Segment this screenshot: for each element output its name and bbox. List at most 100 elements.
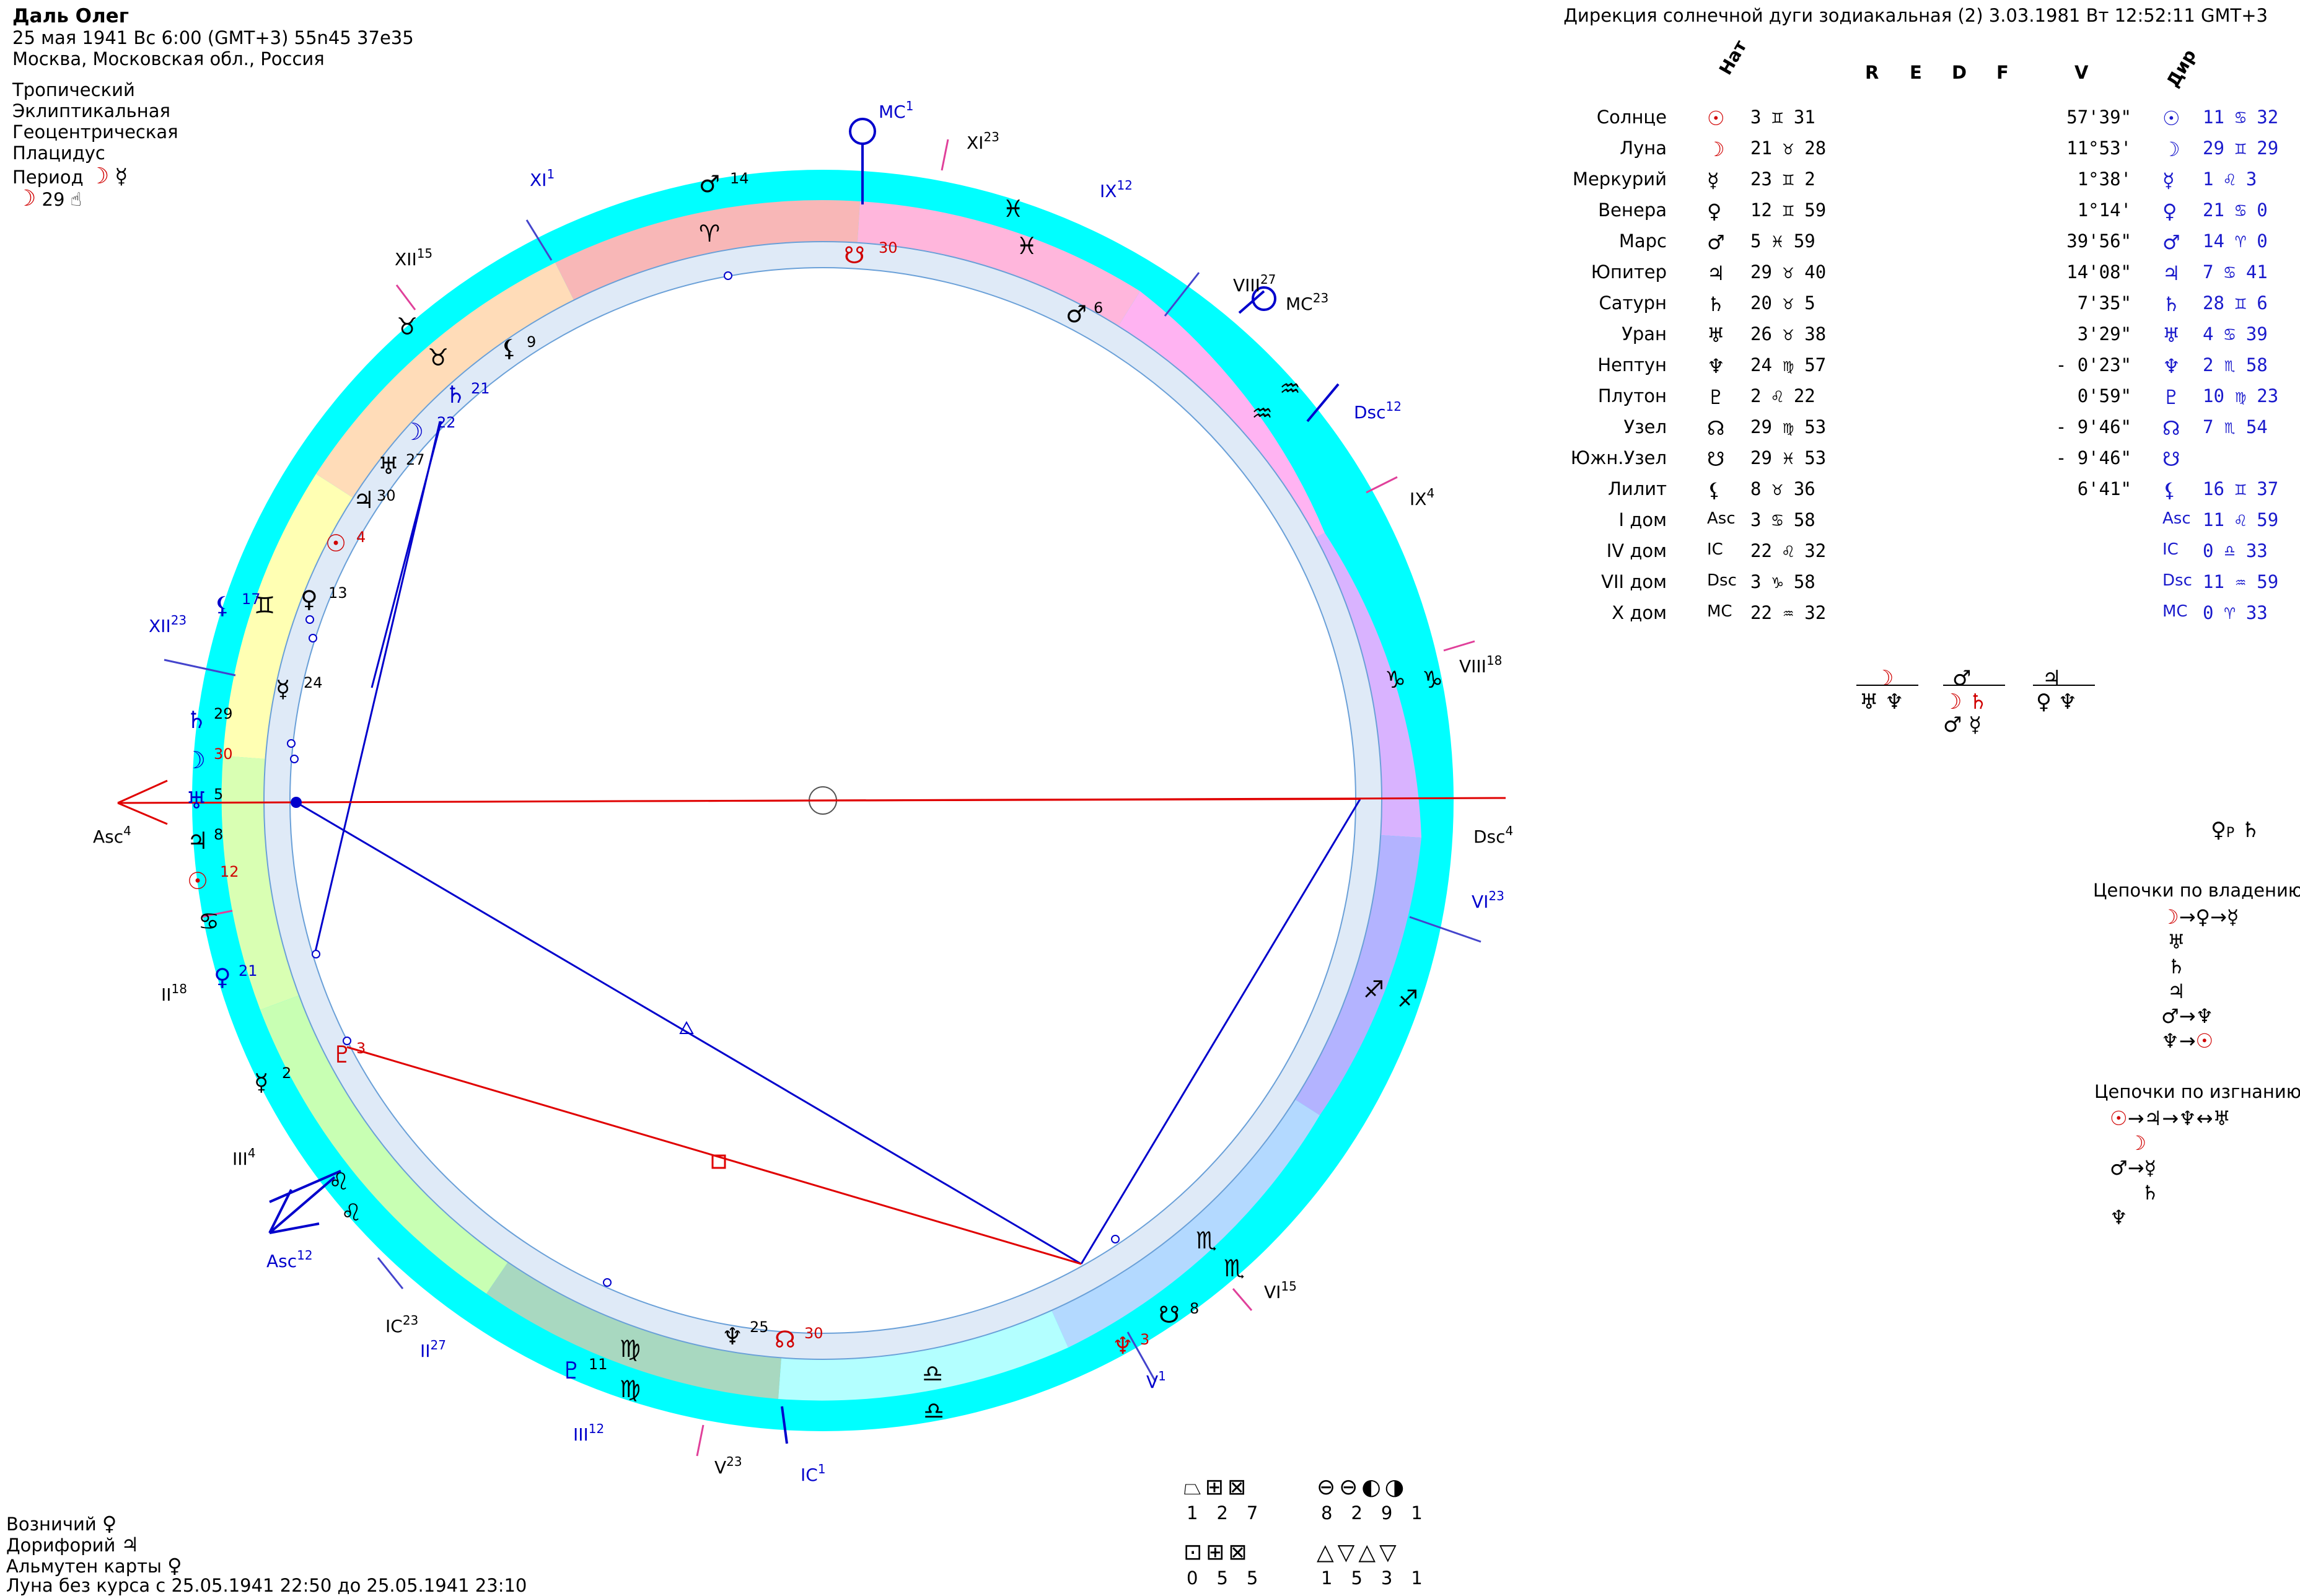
table-row-glyph-icon: ♆ [1707, 354, 1725, 378]
table-row-speed: 1°38' [2077, 169, 2131, 190]
svg-text:17: 17 [242, 590, 261, 608]
table-row-natal: 24 ♍ 57 [1750, 354, 1827, 375]
moon-icon: ☽ [403, 418, 424, 445]
svg-text:12: 12 [220, 863, 239, 880]
table-row-natal: 12 ♊ 59 [1750, 200, 1827, 221]
asc-natal-label: Asc4 [93, 823, 131, 847]
mars-icon: ♂ [699, 170, 720, 198]
svg-text:XI1: XI1 [530, 167, 555, 190]
table-row-glyph-icon: ☽ [1707, 138, 1725, 161]
table-row-directed: 2 ♏ 58 [2203, 354, 2268, 375]
table-row-glyph-icon: ♅ [1707, 323, 1725, 347]
table-row-directed: 11 ♌ 59 [2203, 509, 2279, 530]
config-legend-nums1b: 8291 [1321, 1502, 1441, 1524]
svg-text:11: 11 [589, 1356, 608, 1373]
svg-text:6: 6 [1094, 299, 1103, 317]
table-row-dir-glyph-icon: ♂ [2162, 230, 2180, 254]
table-row-name: VII дом [1601, 571, 1667, 592]
table-row-natal: 29 ♓ 53 [1750, 447, 1827, 468]
table-row-directed: 1 ♌ 3 [2203, 169, 2257, 190]
table-row-directed: 0 ♈ 33 [2203, 602, 2268, 623]
table-row-name: Марс [1618, 230, 1667, 252]
table-row-dir-glyph-icon: ☋ [2162, 447, 2180, 471]
leo-icon: ♌ [341, 1199, 362, 1226]
svg-text:XII15: XII15 [395, 246, 432, 270]
neptune-icon: ♆ [722, 1323, 743, 1350]
table-row-natal: 8 ♉ 36 [1750, 478, 1815, 499]
table-row-glyph-icon: ♂ [1707, 230, 1725, 254]
svg-text:XI23: XI23 [967, 129, 999, 153]
table-row-name: Меркурий [1572, 169, 1667, 190]
table-row-dir-glyph-icon: ♃ [2162, 261, 2180, 285]
svg-text:4: 4 [356, 528, 366, 546]
moon-icon: ☽ [185, 747, 206, 774]
config-legend-nums1a: 127 [1187, 1502, 1277, 1524]
table-row-natal: 3 ♋ 58 [1750, 509, 1815, 530]
table-row-name: Уран [1622, 323, 1667, 344]
table-row-natal: 23 ♊ 2 [1750, 169, 1815, 190]
col-e: E [1910, 62, 1922, 83]
table-row-name: I дом [1618, 509, 1667, 530]
svg-text:III4: III4 [232, 1146, 256, 1169]
capricorn-icon: ♑ [1385, 666, 1406, 693]
table-row-speed: 3'29" [2077, 323, 2131, 344]
table-row-name: Луна [1620, 138, 1667, 159]
table-row-speed: 39'56" [2066, 230, 2131, 252]
svg-text:21: 21 [471, 380, 490, 397]
table-row-directed: 11 ♋ 32 [2203, 107, 2279, 128]
jupiter-icon: ♃ [353, 486, 374, 514]
node-icon: ☋ [844, 242, 865, 269]
jupiter-glyph-icon: ♃ [121, 1533, 139, 1556]
table-row-glyph-icon: Dsc [1707, 571, 1737, 590]
svg-text:V1: V1 [1146, 1369, 1166, 1392]
sagittarius-icon: ♐ [1397, 985, 1418, 1012]
col-d: D [1952, 62, 1967, 83]
table-row-glyph-icon: Asc [1707, 509, 1736, 528]
virgo-icon: ♍ [620, 1375, 641, 1403]
table-row-natal: 29 ♍ 53 [1750, 416, 1827, 437]
table-row-glyph-icon: IC [1707, 540, 1723, 559]
exile-chain-title: Цепочки по изгнанию [2094, 1081, 2300, 1102]
mars-icon: ♂ [1066, 300, 1087, 328]
sagittarius-icon: ♐ [1363, 976, 1384, 1003]
svg-text:VI15: VI15 [1264, 1279, 1297, 1302]
table-row-directed: 14 ♈ 0 [2203, 230, 2268, 252]
svg-text:21: 21 [239, 962, 258, 980]
mercury-icon: ☿ [276, 675, 290, 703]
pluto-icon: ♇ [561, 1357, 582, 1384]
table-row-dir-glyph-icon: IC [2162, 540, 2179, 559]
svg-text:2: 2 [282, 1064, 291, 1082]
svg-text:24: 24 [304, 674, 323, 691]
table-row-speed: 7'35" [2077, 292, 2131, 314]
svg-text:IX12: IX12 [1100, 178, 1133, 201]
table-row-name: Юпитер [1591, 261, 1667, 283]
charioteer-row: Возничий ♀ [6, 1512, 117, 1535]
mc-natal-label: MC1 [879, 99, 913, 122]
scorpio-icon: ♏ [1224, 1255, 1245, 1282]
libra-icon: ♎ [922, 1360, 943, 1387]
cancer-icon: ♋ [198, 908, 219, 935]
config-legend-row2a: ⊡⊞⊠ [1183, 1540, 1251, 1565]
table-row-glyph-icon: ☋ [1707, 447, 1725, 471]
svg-text:IX4: IX4 [1410, 486, 1434, 509]
table-row-natal: 22 ♌ 32 [1750, 540, 1827, 561]
config-legend-row1a: ⏢⊞⊠ [1183, 1475, 1250, 1500]
table-row-name: Нептун [1597, 354, 1667, 375]
svg-text:II18: II18 [161, 981, 187, 1005]
node-icon: ☋ [1159, 1301, 1180, 1328]
chart-wheel: ♈ ♓ ♓ ♒ ♒ ♑ ♑ ♐ ♐ ♏ ♏ ♎ ♎ ♍ ♍ ♌ ♌ ♋ ♊ ♉ … [93, 99, 1513, 1485]
table-row-directed: 11 ♒ 59 [2203, 571, 2279, 592]
saturn-icon: ♄ [186, 706, 207, 734]
neptune-icon: ♆ [1112, 1332, 1133, 1359]
table-row-name: Южн.Узел [1570, 447, 1667, 468]
svg-text:27: 27 [406, 451, 425, 468]
table-row-speed: 11°53' [2066, 138, 2131, 159]
svg-text:VIII18: VIII18 [1459, 653, 1502, 677]
table-row-directed: 16 ♊ 37 [2203, 478, 2279, 499]
venus-glyph-icon: ♀ [167, 1554, 182, 1577]
almuten-row: Альмутен карты ♀ [6, 1554, 182, 1577]
taurus-icon: ♉ [397, 313, 418, 340]
svg-text:30: 30 [214, 745, 233, 763]
aquarius-icon: ♒ [1252, 400, 1273, 427]
table-row-directed: 29 ♊ 29 [2203, 138, 2279, 159]
